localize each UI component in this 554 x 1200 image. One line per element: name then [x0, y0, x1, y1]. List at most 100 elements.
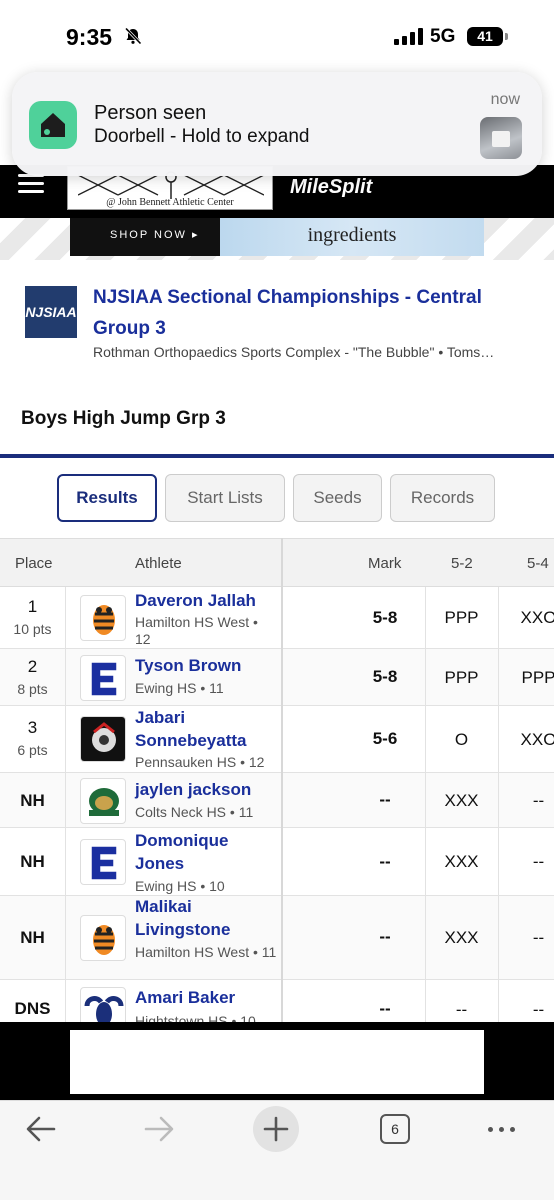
letter-e-icon	[80, 655, 126, 701]
table-row[interactable]: 2 8 pts Tyson Brown Ewing HS • 11 5-8 PP…	[0, 649, 554, 706]
attempt-1: XXX	[425, 828, 497, 896]
meet-info: NJSIAA NJSIAA Sectional Championships - …	[0, 278, 554, 368]
camera-snapshot	[480, 117, 522, 159]
mark: 5-8	[372, 608, 398, 627]
ingredients-ad[interactable]: ingredients	[220, 218, 484, 256]
results-table: Place Athlete Mark 5-2 5-4 1 10 pts Dave…	[0, 538, 554, 1022]
attempt-1: XXX	[425, 773, 497, 828]
cougar-icon	[80, 778, 126, 824]
meet-title[interactable]: NJSIAA Sectional Championships - Central…	[93, 282, 523, 344]
athlete-name[interactable]: Malikai Livingstone	[135, 895, 275, 941]
table-row[interactable]: NH Domonique Jones Ewing HS • 10 -- XXX …	[0, 828, 554, 896]
doorbell-notification[interactable]: Person seen Doorbell - Hold to expand no…	[12, 72, 542, 176]
header-height-2: 5-4	[527, 555, 549, 572]
notification-time: now	[490, 91, 520, 108]
event-title: Boys High Jump Grp 3	[21, 408, 226, 429]
letter-e-icon	[80, 839, 126, 885]
meet-venue: Rothman Orthopaedics Sports Complex - "T…	[93, 344, 495, 360]
athlete-name[interactable]: Jabari Sonnebeyatta	[135, 706, 275, 752]
tab-results[interactable]: Results	[57, 474, 157, 522]
home-app-icon	[29, 101, 77, 149]
tab-start-lists[interactable]: Start Lists	[165, 474, 285, 522]
athlete-name[interactable]: Daveron Jallah	[135, 589, 275, 612]
table-header: Place Athlete Mark 5-2 5-4	[0, 538, 554, 587]
athlete-name[interactable]: Tyson Brown	[135, 654, 275, 677]
table-row[interactable]: NH jaylen jackson Colts Neck HS • 11 -- …	[0, 773, 554, 828]
attempt-2: --	[498, 896, 554, 980]
header-place: Place	[15, 555, 53, 572]
mark: --	[379, 852, 391, 871]
more-icon[interactable]	[488, 1127, 515, 1132]
column-divider	[281, 538, 283, 1022]
table-row[interactable]: 1 10 pts Daveron Jallah Hamilton HS West…	[0, 587, 554, 649]
attempt-1: O	[425, 706, 497, 773]
attempt-1: --	[425, 980, 497, 1022]
place: 2	[27, 657, 38, 676]
ad-strip: SHOP NOW ▸ ingredients	[0, 218, 554, 260]
milesplit-logo[interactable]: MileSplit	[290, 176, 372, 199]
pennsauken-icon	[80, 716, 126, 762]
attempt-2: XXO	[498, 587, 554, 649]
new-tab-button[interactable]	[253, 1106, 299, 1152]
attempt-2: PPP	[498, 649, 554, 706]
place: DNS	[14, 999, 51, 1018]
athlete-school: Hamilton HS West • 12	[135, 614, 258, 647]
browser-toolbar: 6	[0, 1100, 554, 1200]
attempt-1: PPP	[425, 649, 497, 706]
place: NH	[20, 791, 45, 810]
hornet-icon	[80, 595, 126, 641]
header-height-1: 5-2	[451, 555, 473, 572]
header-mark: Mark	[368, 555, 402, 572]
place: 3	[27, 718, 38, 737]
mark: --	[379, 999, 391, 1018]
athlete-school: Hamilton HS West • 11	[135, 944, 277, 960]
bottom-ad[interactable]	[70, 1030, 484, 1094]
athlete-school: Pennsauken HS • 12	[135, 754, 265, 770]
status-bar: 9:35 5G 41	[0, 0, 554, 70]
results-tabs: Results Start Lists Seeds Records	[57, 474, 495, 522]
ram-icon	[80, 987, 126, 1022]
attempt-2: --	[498, 828, 554, 896]
table-row[interactable]: DNS Amari Baker Hightstown HS • 10 -- --…	[0, 980, 554, 1022]
attempt-2: --	[498, 980, 554, 1022]
tab-seeds[interactable]: Seeds	[293, 474, 382, 522]
athlete-name[interactable]: jaylen jackson	[135, 778, 275, 801]
njsiaa-logo: NJSIAA	[25, 286, 77, 338]
athlete-school: Colts Neck HS • 11	[135, 804, 254, 820]
forward-arrow-icon[interactable]	[142, 1107, 176, 1151]
tab-records[interactable]: Records	[390, 474, 495, 522]
athlete-name[interactable]: Amari Baker	[135, 986, 275, 1009]
status-time: 9:35	[66, 24, 113, 50]
network-type: 5G	[430, 26, 456, 47]
athlete-name[interactable]: Domonique Jones	[135, 829, 275, 875]
mark: --	[379, 927, 391, 946]
back-arrow-icon[interactable]	[24, 1107, 58, 1151]
place: NH	[20, 852, 45, 871]
attempt-1: XXX	[425, 896, 497, 980]
header-athlete: Athlete	[135, 555, 182, 572]
hornet-icon	[80, 915, 126, 961]
bell-off-icon	[124, 27, 142, 45]
athlete-school: Ewing HS • 10	[135, 878, 225, 894]
tab-switcher-button[interactable]: 6	[380, 1114, 410, 1144]
menu-icon[interactable]	[18, 174, 44, 193]
place: NH	[20, 928, 45, 947]
athlete-school: Hightstown HS • 10	[135, 1013, 256, 1022]
bottom-ad-band	[0, 1022, 554, 1100]
attempt-1: PPP	[425, 587, 497, 649]
attempt-2: XXO	[498, 706, 554, 773]
battery-icon: 41	[467, 27, 508, 46]
points: 6 pts	[17, 742, 48, 758]
attempt-2: --	[498, 773, 554, 828]
mark: --	[379, 790, 391, 809]
table-row[interactable]: 3 6 pts Jabari Sonnebeyatta Pennsauken H…	[0, 706, 554, 773]
place: 1	[27, 597, 38, 616]
points: 8 pts	[17, 681, 48, 697]
mark: 5-6	[372, 729, 398, 748]
notification-body: Doorbell - Hold to expand	[94, 126, 310, 147]
table-row[interactable]: NH Malikai Livingstone Hamilton HS West …	[0, 896, 554, 980]
notification-title: Person seen	[94, 102, 207, 124]
signal-icon	[394, 28, 423, 45]
points: 10 pts	[13, 621, 52, 637]
shop-now-ad[interactable]: SHOP NOW ▸	[70, 218, 220, 256]
